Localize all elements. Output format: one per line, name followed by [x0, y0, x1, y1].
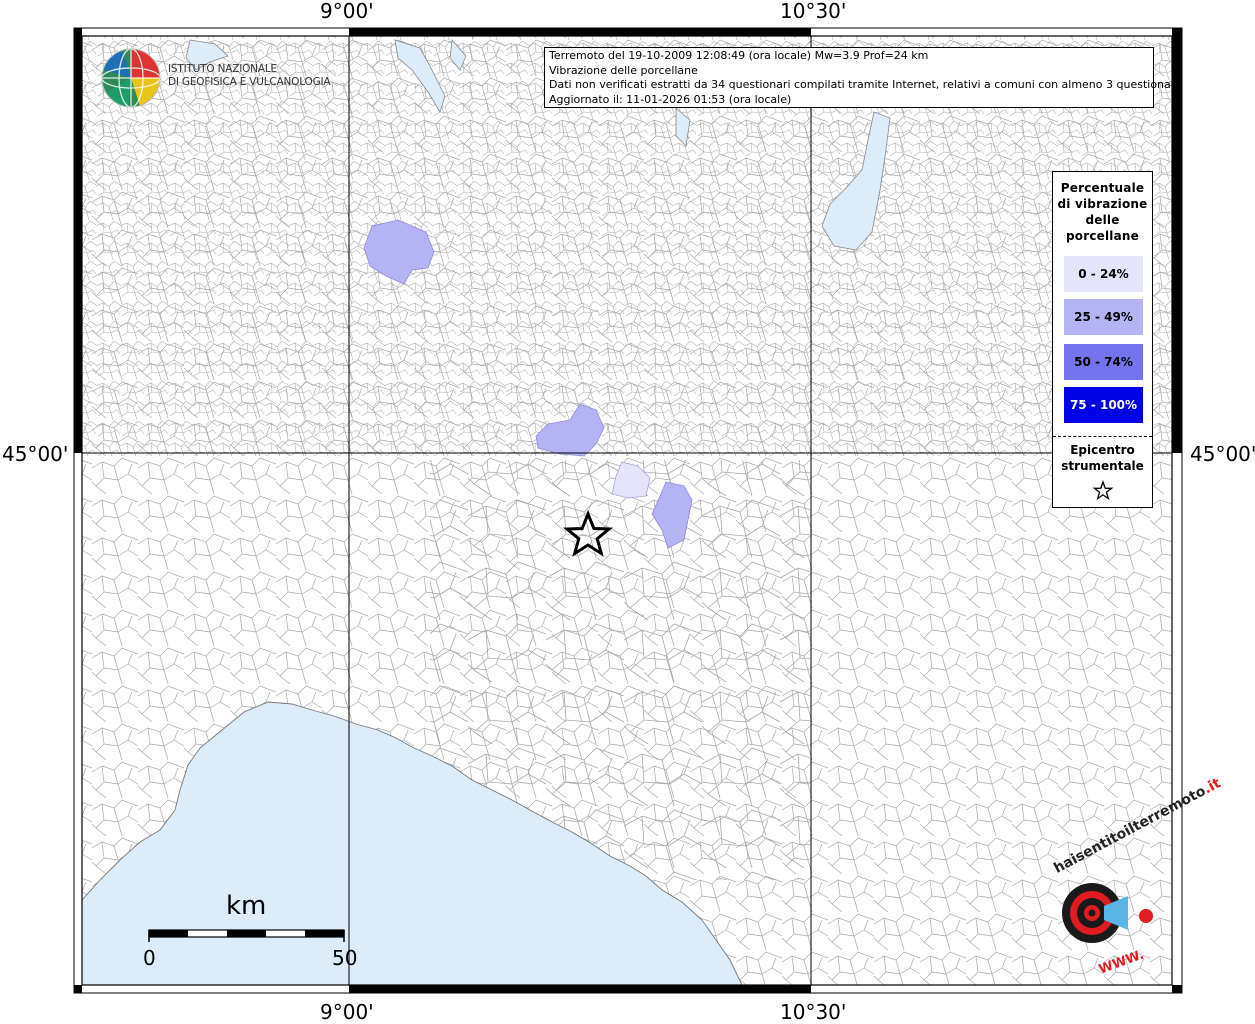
ingv-globe-icon [101, 48, 161, 108]
legend-title-line-4: porcellane [1065, 229, 1139, 243]
legend-divider [1053, 436, 1152, 437]
legend-epicenter-line-1: Epicentro [1070, 443, 1135, 457]
legend-title-line-2: di vibrazione [1057, 197, 1148, 211]
ingv-logo-text: ISTITUTO NAZIONALE DI GEOFISICA E VULCAN… [168, 63, 331, 89]
scale-unit: km [226, 891, 267, 921]
event-info-box: Terremoto del 19-10-2009 12:08:49 (ora l… [544, 47, 1182, 108]
update-timestamp: Aggiornato il: 11-01-2026 01:53 (ora loc… [549, 92, 792, 106]
legend-swatch-50-74: 50 - 74% [1064, 344, 1143, 380]
lon-label-bottom-10-30: 10°30' [780, 1000, 847, 1024]
lat-label-left-45: 45°00' [2, 442, 69, 466]
lat-label-right-45: 45°00' [1190, 442, 1255, 466]
map-subject: Vibrazione delle porcellane [549, 63, 698, 77]
legend-title: Percentuale di vibrazione delle porcella… [1053, 180, 1152, 244]
lon-label-bottom-9: 9°00' [320, 1000, 374, 1024]
legend-swatch-0-24: 0 - 24% [1064, 256, 1143, 292]
scale-end: 50 [332, 946, 358, 970]
lon-label-top-9: 9°00' [320, 0, 374, 23]
scale-start: 0 [143, 946, 156, 970]
legend-swatch-25-49: 25 - 49% [1064, 299, 1143, 335]
legend-swatch-75-100: 75 - 100% [1064, 387, 1143, 423]
ingv-line-1: ISTITUTO NAZIONALE [168, 63, 277, 75]
frame-bar-top [349, 28, 811, 36]
legend-title-line-1: Percentuale [1060, 181, 1145, 195]
legend: Percentuale di vibrazione delle porcella… [1052, 171, 1153, 508]
frame-bar-left [74, 36, 82, 453]
star-outline-icon [1092, 480, 1114, 501]
data-disclaimer: Dati non verificati estratti da 34 quest… [549, 78, 1182, 92]
frame-bar-right [1172, 36, 1182, 453]
legend-title-line-3: delle [1085, 213, 1120, 227]
lon-label-top-10-30: 10°30' [780, 0, 847, 23]
legend-epicenter-label: Epicentro strumentale [1053, 442, 1152, 474]
frame-bar-bottom [349, 985, 811, 993]
legend-epicenter-line-2: strumentale [1061, 459, 1144, 473]
ingv-line-2: DI GEOFISICA E VULCANOLOGIA [168, 76, 331, 88]
event-title: Terremoto del 19-10-2009 12:08:49 (ora l… [549, 49, 929, 62]
